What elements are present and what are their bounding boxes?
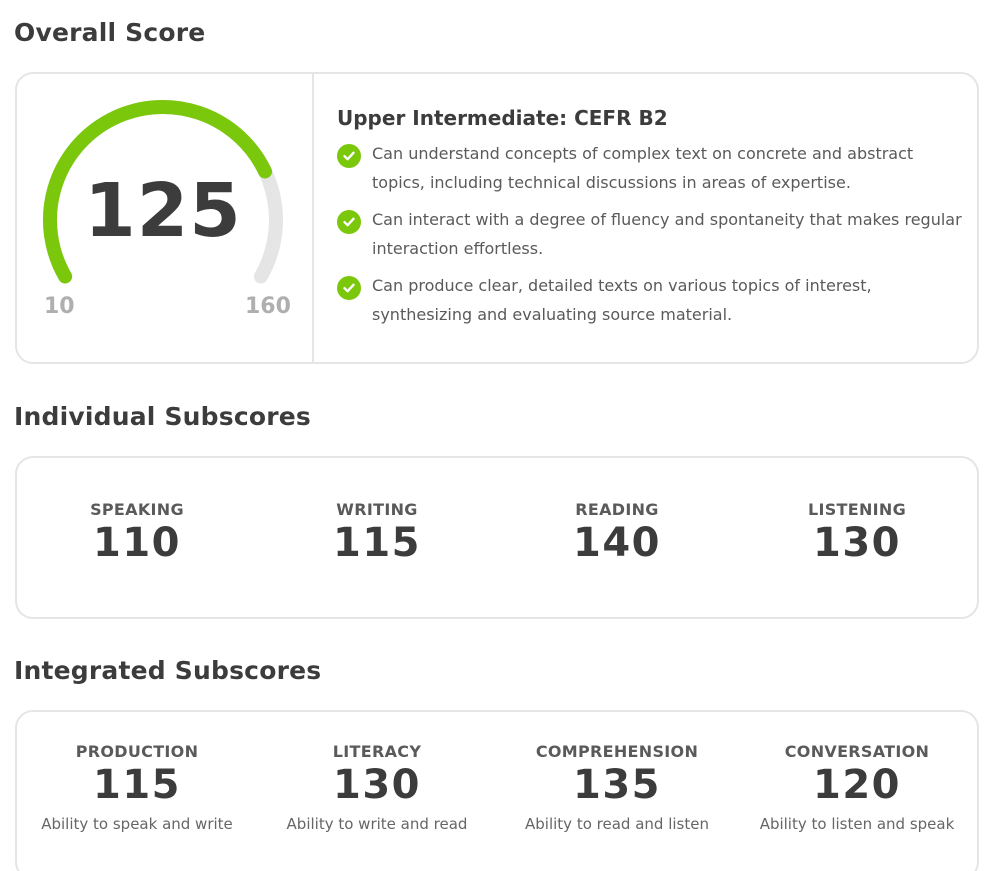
subscore-value: 110 bbox=[93, 520, 181, 566]
level-bullet: Can produce clear, detailed texts on var… bbox=[337, 274, 967, 329]
subscore-value: 120 bbox=[813, 762, 901, 808]
subscore-description: Ability to read and listen bbox=[525, 815, 709, 833]
level-bullet: Can interact with a degree of fluency an… bbox=[337, 208, 967, 263]
subscore-value: 130 bbox=[333, 762, 421, 808]
subscore-label: PRODUCTION bbox=[75, 742, 199, 761]
overall-score-value: 125 bbox=[84, 168, 242, 254]
level-bullet: Can understand concepts of complex text … bbox=[337, 142, 967, 197]
subscore-label: SPEAKING bbox=[90, 500, 184, 519]
card-divider bbox=[312, 74, 314, 362]
overall-score-card: 125 10 160 Upper Intermediate: CEFR B2 C… bbox=[15, 72, 979, 364]
subscore-listening: LISTENING 130 bbox=[737, 458, 977, 617]
subscore-literacy: LITERACY 130 Ability to write and read bbox=[257, 712, 497, 871]
level-bullet-text: Can produce clear, detailed texts on var… bbox=[372, 276, 872, 324]
check-circle-icon bbox=[337, 210, 361, 234]
subscore-description: Ability to listen and speak bbox=[759, 815, 955, 833]
subscore-description: Ability to write and read bbox=[286, 815, 468, 833]
subscore-label: READING bbox=[575, 500, 659, 519]
level-description: Upper Intermediate: CEFR B2 Can understa… bbox=[337, 106, 967, 340]
subscore-reading: READING 140 bbox=[497, 458, 737, 617]
overall-score-title: Overall Score bbox=[14, 18, 206, 47]
subscore-label: CONVERSATION bbox=[784, 742, 930, 761]
subscore-label: WRITING bbox=[336, 500, 418, 519]
level-bullet-text: Can interact with a degree of fluency an… bbox=[372, 210, 962, 258]
subscore-description: Ability to speak and write bbox=[41, 815, 233, 833]
integrated-subscores-card: PRODUCTION 115 Ability to speak and writ… bbox=[15, 710, 979, 871]
check-circle-icon bbox=[337, 276, 361, 300]
subscore-label: COMPREHENSION bbox=[535, 742, 699, 761]
level-bullet-text: Can understand concepts of complex text … bbox=[372, 144, 914, 192]
subscore-writing: WRITING 115 bbox=[257, 458, 497, 617]
check-circle-icon bbox=[337, 144, 361, 168]
subscore-speaking: SPEAKING 110 bbox=[17, 458, 257, 617]
subscore-comprehension: COMPREHENSION 135 Ability to read and li… bbox=[497, 712, 737, 871]
individual-subscores-card: SPEAKING 110 WRITING 115 READING 140 LIS… bbox=[15, 456, 979, 619]
subscore-value: 135 bbox=[573, 762, 661, 808]
subscore-value: 115 bbox=[333, 520, 421, 566]
subscore-conversation: CONVERSATION 120 Ability to listen and s… bbox=[737, 712, 977, 871]
score-gauge: 125 10 160 bbox=[17, 74, 313, 362]
subscore-label: LITERACY bbox=[332, 742, 422, 761]
subscore-value: 115 bbox=[93, 762, 181, 808]
subscore-value: 140 bbox=[573, 520, 661, 566]
integrated-subscores-title: Integrated Subscores bbox=[14, 656, 322, 685]
gauge-min-label: 10 bbox=[44, 294, 75, 319]
subscore-label: LISTENING bbox=[807, 500, 907, 519]
individual-subscores-title: Individual Subscores bbox=[14, 402, 312, 431]
gauge-max-label: 160 bbox=[245, 294, 291, 319]
subscore-value: 130 bbox=[813, 520, 901, 566]
level-title: Upper Intermediate: CEFR B2 bbox=[337, 106, 668, 130]
subscore-production: PRODUCTION 115 Ability to speak and writ… bbox=[17, 712, 257, 871]
